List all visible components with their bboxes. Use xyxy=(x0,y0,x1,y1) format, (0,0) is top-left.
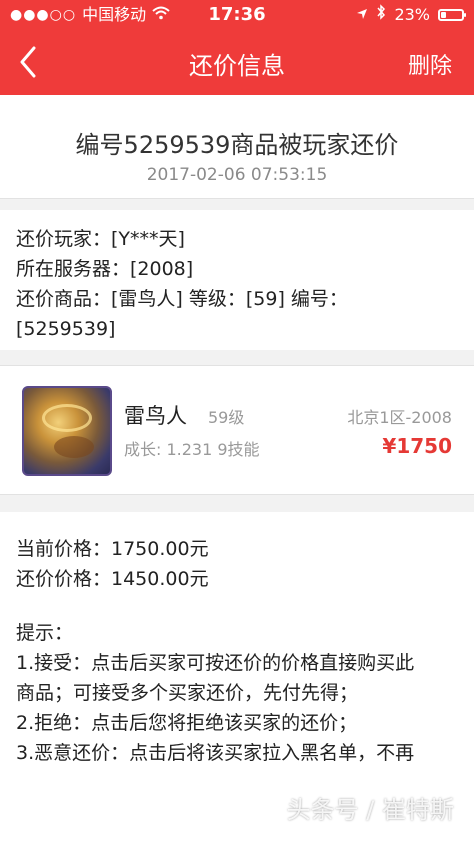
tip-line: 1.接受：点击后买家可按还价的价格直接购买此 xyxy=(16,652,415,674)
battery-level xyxy=(441,12,446,18)
tip-line: 3.恶意还价：点击后将该买家拉入黑名单，不再 xyxy=(16,742,415,764)
info-item: 还价商品：[雷鸟人] 等级：[59] 编号： xyxy=(16,288,348,310)
page-title: 还价信息 xyxy=(189,52,285,80)
info-item-id: [5259539] xyxy=(16,318,116,340)
counter-offer-title: 编号5259539商品被玩家还价 xyxy=(75,131,399,159)
offer-price: 还价价格：1450.00元 xyxy=(16,568,209,590)
avatar-detail xyxy=(42,404,92,432)
product-avatar xyxy=(22,386,112,476)
info-server: 所在服务器：[2008] xyxy=(16,258,194,280)
product-price: ¥1750 xyxy=(382,434,452,458)
top-bar: ●●●○○ 中国移动 17:36 23% 还价信息 删除 xyxy=(0,0,474,95)
tip-line: 商品；可接受多个买家还价，先付先得； xyxy=(16,682,359,704)
current-price: 当前价格：1750.00元 xyxy=(16,538,209,560)
info-player: 还价玩家：[Y***天] xyxy=(16,228,185,250)
product-growth-skills: 成长: 1.231 9技能 xyxy=(124,440,260,459)
counter-offer-info: 还价玩家：[Y***天] 所在服务器：[2008] 还价商品：[雷鸟人] 等级：… xyxy=(0,210,474,350)
bluetooth-icon xyxy=(376,0,386,30)
nav-bar: 还价信息 删除 xyxy=(0,30,474,95)
battery-percent: 23% xyxy=(394,5,430,24)
status-bar: ●●●○○ 中国移动 17:36 23% xyxy=(0,0,474,30)
battery-icon xyxy=(438,9,466,21)
tips-heading: 提示： xyxy=(16,622,74,644)
location-arrow-icon xyxy=(356,0,368,30)
counter-offer-header: 编号5259539商品被玩家还价 2017-02-06 07:53:15 xyxy=(0,95,474,199)
counter-offer-datetime: 2017-02-06 07:53:15 xyxy=(146,165,328,185)
delete-button[interactable]: 删除 xyxy=(408,48,452,80)
product-name: 雷鸟人 xyxy=(124,404,187,428)
product-level: 59级 xyxy=(208,408,245,427)
tip-line: 2.拒绝：点击后您将拒绝该买家的还价； xyxy=(16,712,358,734)
avatar-detail xyxy=(54,436,94,458)
product-server: 北京1区-2008 xyxy=(347,408,452,427)
watermark: 头条号 / 崔特斯 xyxy=(286,796,454,824)
product-card[interactable]: 雷鸟人 59级 成长: 1.231 9技能 北京1区-2008 ¥1750 xyxy=(0,365,474,495)
